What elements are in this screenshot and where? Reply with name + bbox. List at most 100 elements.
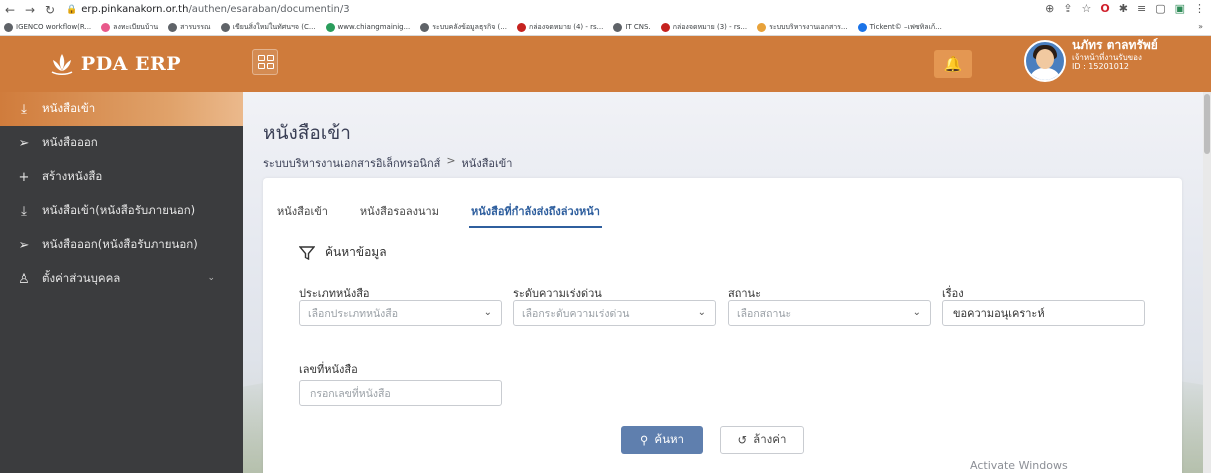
breadcrumb-item: หนังสือเข้า bbox=[461, 157, 513, 170]
bookmark-item[interactable]: ลงทะเบียนบ้าน bbox=[101, 22, 158, 33]
bookmark-item[interactable]: IT CNS. bbox=[613, 22, 651, 32]
status-select[interactable]: เลือกสถานะ ⌄ bbox=[728, 300, 931, 326]
bookmark-item[interactable]: ระบบบริหารงานเอกสาร... bbox=[757, 22, 848, 33]
bookmark-favicon-icon bbox=[4, 22, 13, 32]
opera-icon[interactable]: O bbox=[1100, 2, 1109, 15]
bookmark-label: ระบบคลังข้อมูลธุรกิจ (... bbox=[432, 22, 507, 31]
breadcrumb-separator: > bbox=[446, 154, 456, 167]
sidebar-item-label: สร้างหนังสือ bbox=[42, 169, 103, 183]
back-icon[interactable]: ← bbox=[0, 3, 20, 17]
bookmark-label: IGENCO workflow(R... bbox=[16, 23, 92, 31]
bookmark-item[interactable]: ระบบคลังข้อมูลธุรกิจ (... bbox=[420, 22, 507, 33]
doc-type-placeholder: เลือกประเภทหนังสือ bbox=[308, 307, 399, 320]
breadcrumb: ระบบบริหารงานเอกสารอิเล็กทรอนิกส์ > หนัง… bbox=[263, 154, 512, 172]
star-icon[interactable]: ☆ bbox=[1082, 2, 1092, 15]
bookmark-favicon-icon bbox=[168, 22, 178, 32]
bookmark-label: Tickent© –เฟซทิลเก้... bbox=[869, 22, 942, 31]
doc-no-input[interactable]: กรอกเลขที่หนังสือ bbox=[299, 380, 502, 406]
subject-input[interactable]: ขอความอนุเคราะห์ bbox=[942, 300, 1145, 326]
grid-cell bbox=[267, 63, 274, 69]
reload-icon[interactable]: ↻ bbox=[40, 3, 60, 17]
avatar[interactable] bbox=[1024, 40, 1066, 82]
clear-button-label: ล้างค่า bbox=[753, 432, 787, 446]
search-icon: ⚲ bbox=[639, 433, 649, 447]
bookmark-label: www.chiangmainig... bbox=[337, 23, 411, 31]
tab-inbox[interactable]: หนังสือเข้า bbox=[275, 202, 330, 228]
chevron-down-icon: ⌄ bbox=[912, 307, 921, 318]
send-icon: ➢ bbox=[18, 135, 30, 151]
bookmark-favicon-icon bbox=[516, 22, 526, 32]
apps-grid-button[interactable] bbox=[252, 49, 278, 75]
bookmark-label: IT CNS. bbox=[625, 23, 651, 31]
logo[interactable]: PDA ERP bbox=[0, 36, 230, 92]
url-field[interactable]: erp.pinkanakorn.or.th/authen/esaraban/do… bbox=[81, 4, 349, 15]
forward-icon[interactable]: → bbox=[20, 3, 40, 17]
windows-activation-watermark: Activate Windows bbox=[970, 459, 1068, 472]
filter-icon bbox=[299, 245, 315, 260]
user-info[interactable]: นภัทร ตาลทรัพย์ เจ้าหน้าที่งานรับของ ID … bbox=[1072, 38, 1158, 71]
bookmark-label: กล่องจดหมาย (4) - rs... bbox=[528, 22, 604, 31]
reset-icon: ↺ bbox=[737, 433, 748, 447]
extensions-icon[interactable]: ✱ bbox=[1119, 2, 1128, 15]
bookmark-item[interactable]: Tickent© –เฟซทิลเก้... bbox=[857, 22, 942, 33]
bookmark-item[interactable]: IGENCO workflow(R... bbox=[4, 22, 92, 32]
user-name: นภัทร ตาลทรัพย์ bbox=[1072, 38, 1158, 52]
notification-bell-button[interactable]: 🔔 bbox=[934, 50, 972, 78]
chevron-down-icon: ⌄ bbox=[697, 307, 706, 318]
sidebar-item-inbox-external[interactable]: ⤓ หนังสือเข้า(หนังสือรับภายนอก) bbox=[0, 194, 243, 228]
tab-incoming-advance[interactable]: หนังสือที่กำลังส่งถึงล่วงหน้า bbox=[468, 202, 602, 228]
bookmark-item[interactable]: สารบรรณ bbox=[168, 22, 211, 33]
reading-list-icon[interactable]: ≡ bbox=[1137, 2, 1146, 15]
tab-bar: หนังสือเข้า หนังสือรอลงนาม หนังสือที่กำล… bbox=[275, 202, 602, 228]
urgency-select[interactable]: เลือกระดับความเร่งด่วน ⌄ bbox=[513, 300, 716, 326]
user-icon: ♙ bbox=[18, 271, 30, 287]
chevron-down-icon: ⌄ bbox=[483, 307, 492, 318]
sidebar-item-inbox[interactable]: ⤓ หนังสือเข้า bbox=[0, 92, 243, 126]
sidebar-item-outbox[interactable]: ➢ หนังสือออก bbox=[0, 126, 243, 160]
main-content: หนังสือเข้า ระบบบริหารงานเอกสารอิเล็กทรอ… bbox=[243, 92, 1211, 473]
bookmark-favicon-icon bbox=[420, 22, 430, 32]
bookmark-label: ระบบบริหารงานเอกสาร... bbox=[769, 22, 848, 31]
tab-awaiting-signature[interactable]: หนังสือรอลงนาม bbox=[358, 202, 441, 228]
bookmarks-overflow-icon[interactable]: » bbox=[1198, 22, 1203, 31]
bookmark-item[interactable]: กล่องจดหมาย (3) - rs... bbox=[660, 22, 748, 33]
sidebar-item-create[interactable]: + สร้างหนังสือ bbox=[0, 160, 243, 194]
grid-cell bbox=[258, 63, 265, 69]
user-id: ID : 15201012 bbox=[1072, 61, 1130, 71]
urgency-placeholder: เลือกระดับความเร่งด่วน bbox=[522, 307, 630, 320]
page-scrollbar[interactable] bbox=[1203, 92, 1211, 473]
breadcrumb-item[interactable]: ระบบบริหารงานเอกสารอิเล็กทรอนิกส์ bbox=[263, 154, 440, 172]
bookmark-item[interactable]: กล่องจดหมาย (4) - rs... bbox=[516, 22, 604, 33]
lotus-logo-icon bbox=[51, 54, 73, 76]
bookmark-item[interactable]: เขียนสิ่งใหม่ในทัศนฯจ (C... bbox=[220, 22, 316, 33]
bookmarks-bar: IGENCO workflow(R... ลงทะเบียนบ้าน สารบรรณ… bbox=[0, 19, 1211, 36]
zoom-icon[interactable]: ⊕ bbox=[1045, 2, 1054, 15]
menu-icon[interactable]: ⋮ bbox=[1194, 2, 1205, 15]
page-title: หนังสือเข้า bbox=[263, 122, 351, 144]
bookmark-favicon-icon bbox=[613, 22, 623, 32]
sidebar-item-personal-settings[interactable]: ♙ ตั้งค่าส่วนบุคคล ⌄ bbox=[0, 262, 243, 296]
sidebar-item-outbox-external[interactable]: ➢ หนังสือออก(หนังสือรับภายนอก) bbox=[0, 228, 243, 262]
bookmark-favicon-icon bbox=[757, 22, 767, 32]
chevron-down-icon: ⌄ bbox=[207, 273, 215, 283]
grid-cell bbox=[258, 55, 265, 61]
bookmark-label: เขียนสิ่งใหม่ในทัศนฯจ (C... bbox=[232, 22, 316, 31]
share-icon[interactable]: ⇪ bbox=[1063, 2, 1072, 15]
sidebar-item-label: หนังสือออก(หนังสือรับภายนอก) bbox=[42, 237, 198, 251]
window-icon[interactable]: ▢ bbox=[1155, 2, 1165, 15]
user-role: เจ้าหน้าที่งานรับของ bbox=[1072, 52, 1142, 62]
sidebar: ⤓ หนังสือเข้า ➢ หนังสือออก + สร้างหนังสื… bbox=[0, 92, 243, 473]
profile-icon[interactable]: ▣ bbox=[1175, 2, 1185, 15]
bookmark-favicon-icon bbox=[220, 22, 230, 32]
bookmark-label: สารบรรณ bbox=[180, 22, 211, 31]
bookmark-item[interactable]: www.chiangmainig... bbox=[325, 22, 411, 32]
logo-text: PDA ERP bbox=[80, 53, 182, 75]
bookmark-label: กล่องจดหมาย (3) - rs... bbox=[672, 22, 748, 31]
search-button[interactable]: ⚲ ค้นหา bbox=[621, 426, 703, 454]
bell-icon: 🔔 bbox=[943, 55, 963, 73]
sidebar-item-label: หนังสือออก bbox=[42, 135, 98, 149]
doc-type-select[interactable]: เลือกประเภทหนังสือ ⌄ bbox=[299, 300, 502, 326]
scrollbar-thumb[interactable] bbox=[1204, 94, 1210, 154]
inbox-download-icon: ⤓ bbox=[21, 101, 27, 117]
clear-button[interactable]: ↺ ล้างค่า bbox=[720, 426, 804, 454]
